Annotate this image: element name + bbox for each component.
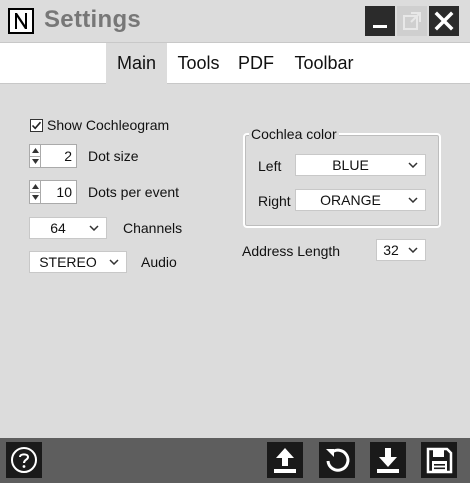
save-icon xyxy=(426,447,453,474)
left-color-select[interactable]: BLUE xyxy=(295,154,426,176)
arrow-down-icon xyxy=(31,159,39,165)
checkmark-icon xyxy=(31,121,42,129)
audio-select[interactable]: STEREO xyxy=(29,251,127,273)
arrow-down-icon xyxy=(31,195,39,201)
left-color-label: Left xyxy=(258,158,282,174)
bottom-toolbar xyxy=(0,438,470,483)
app-logo xyxy=(8,8,34,34)
address-length-label: Address Length xyxy=(242,243,341,259)
upload-button[interactable] xyxy=(267,442,303,478)
title-bar: Settings xyxy=(0,0,470,42)
chevron-down-icon xyxy=(408,197,418,203)
tab-tools[interactable]: Tools xyxy=(170,43,227,84)
window-title: Settings xyxy=(44,6,142,33)
chevron-down-icon xyxy=(109,259,119,265)
dot-size-decrement[interactable] xyxy=(30,155,40,168)
reset-icon xyxy=(326,448,350,472)
chevron-down-icon xyxy=(89,225,99,231)
address-length-select[interactable]: 32 xyxy=(376,239,426,261)
channels-value: 64 xyxy=(50,220,66,236)
channels-label: Channels xyxy=(123,220,183,236)
arrow-up-icon xyxy=(31,183,39,189)
dots-per-event-decrement[interactable] xyxy=(30,191,40,204)
right-color-value: ORANGE xyxy=(320,192,381,208)
cochlea-color-title: Cochlea color xyxy=(249,126,339,142)
close-button[interactable] xyxy=(429,6,459,36)
tab-toolbar[interactable]: Toolbar xyxy=(288,43,360,84)
show-cochleogram-checkbox[interactable] xyxy=(30,118,43,132)
dots-per-event-increment[interactable] xyxy=(30,181,40,192)
tab-main[interactable]: Main xyxy=(106,43,167,84)
audio-label: Audio xyxy=(141,254,177,270)
left-color-value: BLUE xyxy=(332,157,369,173)
help-button[interactable] xyxy=(6,442,42,478)
dot-size-label: Dot size xyxy=(88,148,139,164)
upload-icon xyxy=(274,448,296,473)
dots-per-event-spinner[interactable]: 10 xyxy=(29,180,77,204)
maximize-icon xyxy=(403,12,421,30)
dot-size-spinner[interactable]: 2 xyxy=(29,144,77,168)
right-color-select[interactable]: ORANGE xyxy=(295,189,426,211)
reset-button[interactable] xyxy=(319,442,355,478)
dots-per-event-label: Dots per event xyxy=(88,184,180,200)
right-color-label: Right xyxy=(258,193,291,209)
close-icon xyxy=(434,11,454,31)
download-icon xyxy=(377,448,399,473)
chevron-down-icon xyxy=(408,162,418,168)
tab-bar: Main Tools PDF Toolbar xyxy=(0,42,470,84)
save-button[interactable] xyxy=(421,442,457,478)
dots-per-event-input[interactable]: 10 xyxy=(41,180,77,204)
help-icon xyxy=(11,447,37,473)
app-logo-icon xyxy=(15,13,27,29)
maximize-button[interactable] xyxy=(397,6,427,36)
tab-pdf[interactable]: PDF xyxy=(233,43,279,84)
channels-select[interactable]: 64 xyxy=(29,217,107,239)
chevron-down-icon xyxy=(408,247,418,253)
dot-size-input[interactable]: 2 xyxy=(41,144,77,168)
show-cochleogram-label: Show Cochleogram xyxy=(47,117,170,133)
audio-value: STEREO xyxy=(39,254,97,270)
address-length-value: 32 xyxy=(383,242,399,258)
dot-size-increment[interactable] xyxy=(30,145,40,156)
show-cochleogram-row[interactable]: Show Cochleogram xyxy=(30,116,169,134)
minimize-button[interactable] xyxy=(365,6,395,36)
minimize-icon xyxy=(373,25,387,28)
download-button[interactable] xyxy=(370,442,406,478)
cochlea-color-group xyxy=(243,133,441,228)
arrow-up-icon xyxy=(31,147,39,153)
